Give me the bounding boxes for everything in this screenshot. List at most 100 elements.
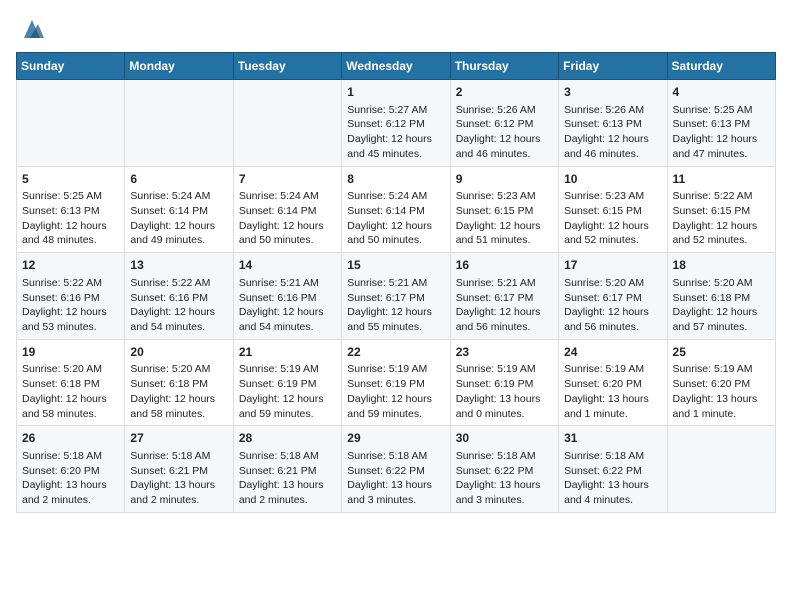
day-info: Sunrise: 5:20 AM xyxy=(22,362,119,377)
calendar-cell xyxy=(667,426,775,513)
day-info: Sunset: 6:18 PM xyxy=(22,377,119,392)
day-info: Daylight: 12 hours and 50 minutes. xyxy=(347,219,444,248)
logo-icon xyxy=(18,16,46,44)
day-info: Sunset: 6:22 PM xyxy=(347,464,444,479)
day-info: Sunrise: 5:22 AM xyxy=(673,189,770,204)
day-info: Daylight: 12 hours and 52 minutes. xyxy=(564,219,661,248)
day-info: Daylight: 13 hours and 3 minutes. xyxy=(347,478,444,507)
day-info: Sunset: 6:16 PM xyxy=(22,291,119,306)
day-info: Sunrise: 5:18 AM xyxy=(564,449,661,464)
day-info: Daylight: 12 hours and 56 minutes. xyxy=(564,305,661,334)
day-info: Sunset: 6:21 PM xyxy=(239,464,336,479)
day-info: Sunrise: 5:20 AM xyxy=(130,362,227,377)
day-info: Sunset: 6:18 PM xyxy=(673,291,770,306)
day-number: 10 xyxy=(564,171,661,188)
day-number: 23 xyxy=(456,344,553,361)
day-info: Sunrise: 5:20 AM xyxy=(564,276,661,291)
day-number: 6 xyxy=(130,171,227,188)
day-info: Sunset: 6:13 PM xyxy=(564,117,661,132)
day-info: Sunrise: 5:26 AM xyxy=(456,103,553,118)
day-info: Sunrise: 5:18 AM xyxy=(456,449,553,464)
day-info: Sunrise: 5:25 AM xyxy=(673,103,770,118)
day-info: Sunset: 6:14 PM xyxy=(347,204,444,219)
day-number: 11 xyxy=(673,171,770,188)
day-info: Sunrise: 5:18 AM xyxy=(239,449,336,464)
calendar-cell: 5Sunrise: 5:25 AMSunset: 6:13 PMDaylight… xyxy=(17,166,125,253)
calendar-week-row: 12Sunrise: 5:22 AMSunset: 6:16 PMDayligh… xyxy=(17,253,776,340)
calendar-cell: 14Sunrise: 5:21 AMSunset: 6:16 PMDayligh… xyxy=(233,253,341,340)
day-number: 13 xyxy=(130,257,227,274)
day-info: Sunrise: 5:26 AM xyxy=(564,103,661,118)
day-info: Daylight: 12 hours and 49 minutes. xyxy=(130,219,227,248)
calendar-cell: 9Sunrise: 5:23 AMSunset: 6:15 PMDaylight… xyxy=(450,166,558,253)
calendar-cell: 30Sunrise: 5:18 AMSunset: 6:22 PMDayligh… xyxy=(450,426,558,513)
day-info: Daylight: 12 hours and 46 minutes. xyxy=(456,132,553,161)
day-info: Sunset: 6:15 PM xyxy=(564,204,661,219)
day-number: 21 xyxy=(239,344,336,361)
day-info: Daylight: 12 hours and 58 minutes. xyxy=(22,392,119,421)
calendar-cell: 7Sunrise: 5:24 AMSunset: 6:14 PMDaylight… xyxy=(233,166,341,253)
day-number: 31 xyxy=(564,430,661,447)
day-info: Sunset: 6:20 PM xyxy=(564,377,661,392)
calendar-cell: 22Sunrise: 5:19 AMSunset: 6:19 PMDayligh… xyxy=(342,339,450,426)
calendar-cell: 3Sunrise: 5:26 AMSunset: 6:13 PMDaylight… xyxy=(559,80,667,167)
day-number: 26 xyxy=(22,430,119,447)
day-info: Daylight: 12 hours and 45 minutes. xyxy=(347,132,444,161)
day-number: 28 xyxy=(239,430,336,447)
weekday-header: Saturday xyxy=(667,53,775,80)
day-info: Sunset: 6:19 PM xyxy=(456,377,553,392)
day-info: Sunrise: 5:21 AM xyxy=(456,276,553,291)
calendar-cell: 11Sunrise: 5:22 AMSunset: 6:15 PMDayligh… xyxy=(667,166,775,253)
day-info: Sunset: 6:17 PM xyxy=(564,291,661,306)
day-info: Sunrise: 5:19 AM xyxy=(456,362,553,377)
day-number: 4 xyxy=(673,84,770,101)
day-info: Sunset: 6:20 PM xyxy=(22,464,119,479)
day-info: Sunset: 6:20 PM xyxy=(673,377,770,392)
calendar-cell: 29Sunrise: 5:18 AMSunset: 6:22 PMDayligh… xyxy=(342,426,450,513)
calendar-table: SundayMondayTuesdayWednesdayThursdayFrid… xyxy=(16,52,776,513)
day-info: Daylight: 12 hours and 54 minutes. xyxy=(130,305,227,334)
logo xyxy=(16,16,46,44)
day-info: Sunset: 6:12 PM xyxy=(347,117,444,132)
day-number: 7 xyxy=(239,171,336,188)
day-info: Sunset: 6:16 PM xyxy=(130,291,227,306)
day-info: Sunset: 6:13 PM xyxy=(673,117,770,132)
day-info: Sunset: 6:22 PM xyxy=(564,464,661,479)
calendar-week-row: 26Sunrise: 5:18 AMSunset: 6:20 PMDayligh… xyxy=(17,426,776,513)
calendar-cell xyxy=(125,80,233,167)
calendar-cell: 20Sunrise: 5:20 AMSunset: 6:18 PMDayligh… xyxy=(125,339,233,426)
calendar-cell: 1Sunrise: 5:27 AMSunset: 6:12 PMDaylight… xyxy=(342,80,450,167)
day-info: Daylight: 12 hours and 54 minutes. xyxy=(239,305,336,334)
day-info: Sunset: 6:12 PM xyxy=(456,117,553,132)
calendar-cell xyxy=(17,80,125,167)
day-info: Sunrise: 5:27 AM xyxy=(347,103,444,118)
day-info: Sunrise: 5:22 AM xyxy=(22,276,119,291)
day-info: Sunset: 6:17 PM xyxy=(347,291,444,306)
weekday-header: Wednesday xyxy=(342,53,450,80)
calendar-cell: 25Sunrise: 5:19 AMSunset: 6:20 PMDayligh… xyxy=(667,339,775,426)
day-info: Sunrise: 5:21 AM xyxy=(239,276,336,291)
day-info: Daylight: 13 hours and 2 minutes. xyxy=(22,478,119,507)
day-number: 24 xyxy=(564,344,661,361)
day-info: Sunrise: 5:19 AM xyxy=(347,362,444,377)
calendar-cell: 17 Sunrise: 5:20 AMSunset: 6:17 PMDayligh… xyxy=(559,253,667,340)
day-info: Daylight: 12 hours and 53 minutes. xyxy=(22,305,119,334)
day-info: Sunset: 6:19 PM xyxy=(239,377,336,392)
day-info: Sunrise: 5:18 AM xyxy=(347,449,444,464)
day-info: Daylight: 13 hours and 0 minutes. xyxy=(456,392,553,421)
day-info: Sunrise: 5:23 AM xyxy=(564,189,661,204)
weekday-header: Thursday xyxy=(450,53,558,80)
calendar-cell: 15Sunrise: 5:21 AMSunset: 6:17 PMDayligh… xyxy=(342,253,450,340)
weekday-header-row: SundayMondayTuesdayWednesdayThursdayFrid… xyxy=(17,53,776,80)
day-info: Daylight: 12 hours and 46 minutes. xyxy=(564,132,661,161)
day-number: 17 xyxy=(564,257,661,274)
day-info: Sunrise: 5:19 AM xyxy=(564,362,661,377)
calendar-cell: 27Sunrise: 5:18 AMSunset: 6:21 PMDayligh… xyxy=(125,426,233,513)
calendar-cell: 24Sunrise: 5:19 AMSunset: 6:20 PMDayligh… xyxy=(559,339,667,426)
day-number: 20 xyxy=(130,344,227,361)
calendar-cell: 2Sunrise: 5:26 AMSunset: 6:12 PMDaylight… xyxy=(450,80,558,167)
day-info: Sunrise: 5:25 AM xyxy=(22,189,119,204)
day-info: Sunrise: 5:19 AM xyxy=(673,362,770,377)
day-info: Daylight: 12 hours and 58 minutes. xyxy=(130,392,227,421)
day-info: Sunset: 6:16 PM xyxy=(239,291,336,306)
